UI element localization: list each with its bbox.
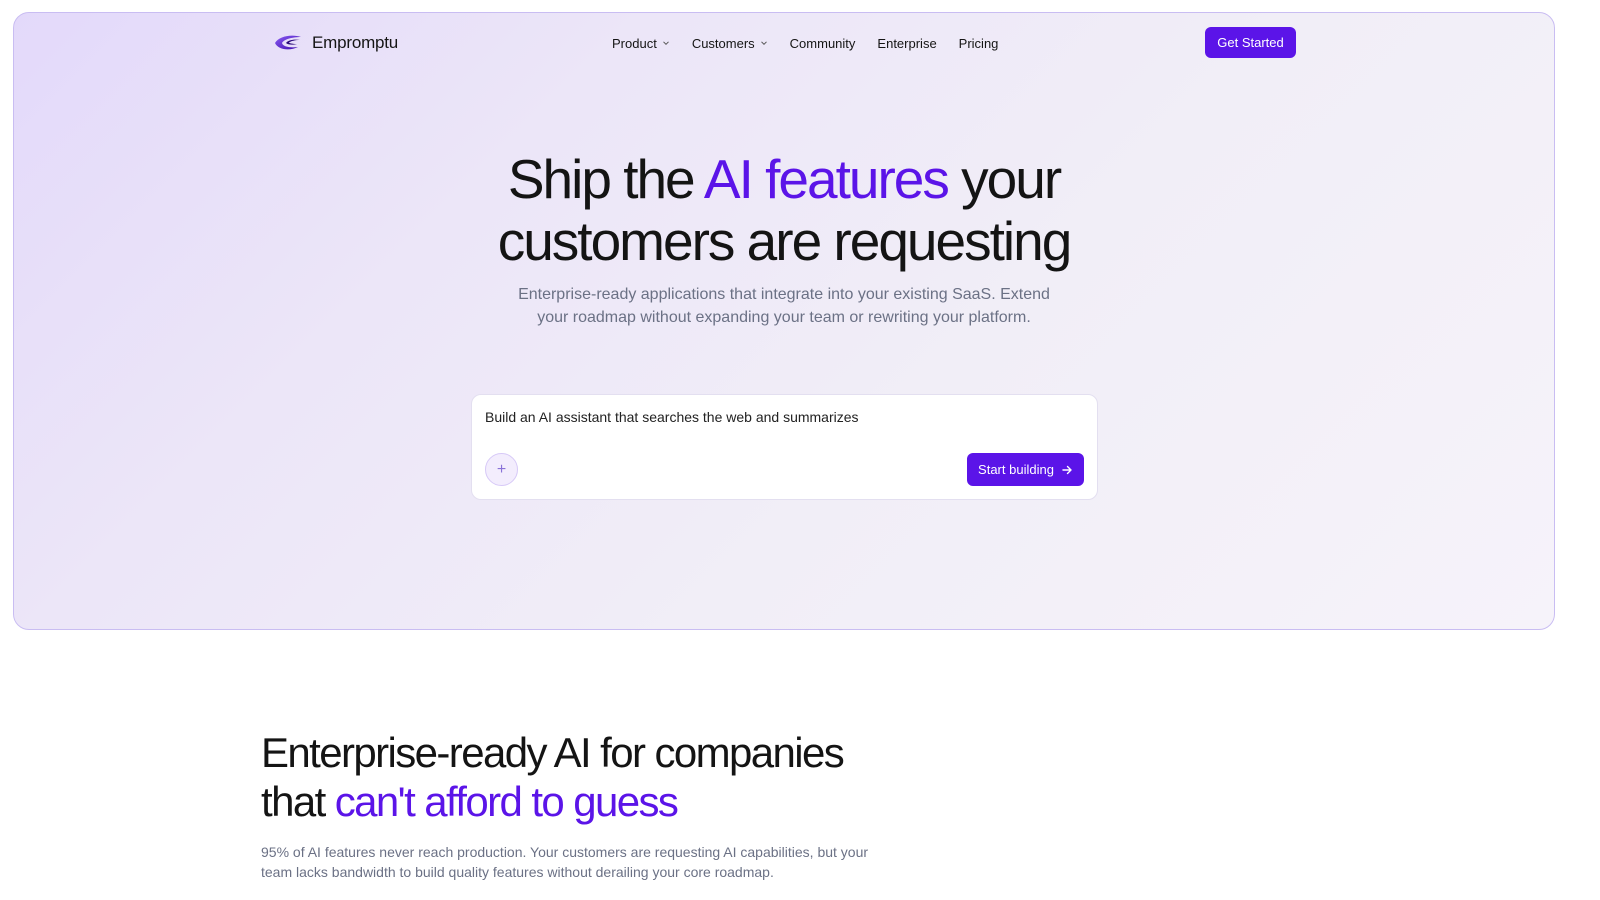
plus-icon: + <box>496 460 507 478</box>
prompt-box: Build an AI assistant that searches the … <box>471 394 1098 500</box>
nav-item-community[interactable]: Community <box>790 36 856 51</box>
hero-title: Ship the AI features your customers are … <box>14 148 1554 272</box>
start-building-button[interactable]: Start building <box>967 453 1084 486</box>
chevron-down-icon <box>662 41 669 46</box>
section-body: 95% of AI features never reach productio… <box>261 842 881 882</box>
arrow-right-icon <box>1062 465 1072 474</box>
prompt-input[interactable]: Build an AI assistant that searches the … <box>485 409 859 425</box>
nav-item-enterprise[interactable]: Enterprise <box>877 36 936 51</box>
section-title-line1: Enterprise-ready AI for companies <box>261 729 845 776</box>
nav-item-label: Customers <box>691 35 755 51</box>
nav-links: Product Customers Community Enterprise P… <box>612 33 998 53</box>
nav-item-label: Enterprise <box>877 35 937 51</box>
section-body-line1: 95% of AI features never reach productio… <box>261 844 869 860</box>
nav-item-pricing[interactable]: Pricing <box>959 36 999 51</box>
nav-item-label: Pricing <box>958 35 999 51</box>
section-title-accent: can't afford to guess <box>334 778 679 825</box>
hero-title-part1: Ship the <box>507 148 704 210</box>
section-body-line2: team lacks bandwidth to build quality fe… <box>261 864 774 880</box>
chevron-down-icon <box>760 41 767 46</box>
hero-subtitle-line1: Enterprise-ready applications that integ… <box>518 286 1050 303</box>
section-title: Enterprise-ready AI for companies that c… <box>261 728 961 826</box>
hero-title-part2: your <box>947 148 1062 210</box>
nav-item-label: Product <box>612 35 657 51</box>
nav-item-label: Community <box>789 35 856 51</box>
hero-title-accent: AI features <box>703 148 950 210</box>
hero-subtitle-line2: your roadmap without expanding your team… <box>537 309 1031 326</box>
hero-section: Empromptu Product Customers Community En… <box>13 12 1555 630</box>
section-title-line2: that <box>261 778 335 825</box>
brand-name: Empromptu <box>312 33 399 52</box>
hero-subtitle: Enterprise-ready applications that integ… <box>14 283 1554 329</box>
logo[interactable]: Empromptu <box>274 31 398 55</box>
nav-item-customers[interactable]: Customers <box>692 36 768 51</box>
top-nav: Empromptu Product Customers Community En… <box>14 13 1554 73</box>
start-building-label: Start building <box>978 462 1054 477</box>
attach-button[interactable]: + <box>485 453 518 486</box>
nav-item-product[interactable]: Product <box>612 36 670 51</box>
get-started-button[interactable]: Get Started <box>1205 27 1296 58</box>
logo-icon <box>275 35 301 50</box>
hero-title-line2: customers are requesting <box>497 210 1073 272</box>
